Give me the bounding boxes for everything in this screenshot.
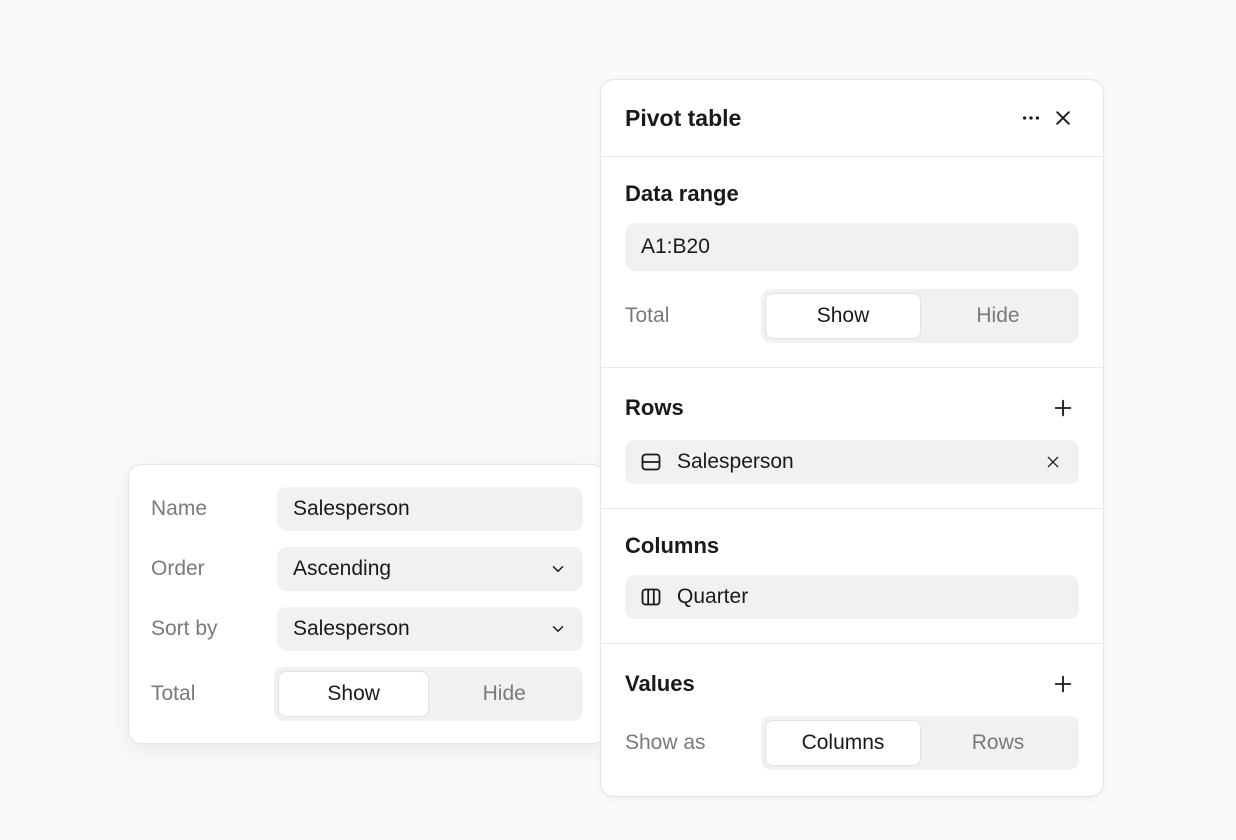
order-row: Order Ascending <box>151 547 583 591</box>
data-range-input[interactable]: A1:B20 <box>625 223 1079 271</box>
values-showas-label: Show as <box>625 731 737 755</box>
data-range-section: Data range A1:B20 Total Show Hide <box>601 157 1103 368</box>
name-value: Salesperson <box>293 497 567 521</box>
row-config-popover: Name Salesperson Order Ascending Sort by… <box>128 464 606 744</box>
chevron-down-icon <box>549 620 567 638</box>
sortby-row: Sort by Salesperson <box>151 607 583 651</box>
total-hide-button[interactable]: Hide <box>429 671 579 717</box>
showas-rows-button[interactable]: Rows <box>921 720 1075 766</box>
close-icon <box>1053 108 1073 128</box>
rows-title: Rows <box>625 395 1047 421</box>
name-input[interactable]: Salesperson <box>277 487 583 531</box>
plus-icon <box>1052 673 1074 695</box>
values-showas-row: Show as Columns Rows <box>625 716 1079 770</box>
close-icon <box>1045 454 1061 470</box>
pivot-table-panel: Pivot table Data range A1:B20 Total Show… <box>600 79 1104 797</box>
order-value: Ascending <box>293 557 549 581</box>
panel-header: Pivot table <box>601 80 1103 157</box>
values-showas-toggle: Columns Rows <box>761 716 1079 770</box>
total-show-button[interactable]: Show <box>278 671 430 717</box>
name-label: Name <box>151 497 259 521</box>
order-label: Order <box>151 557 259 581</box>
values-title: Values <box>625 671 1047 697</box>
order-select[interactable]: Ascending <box>277 547 583 591</box>
rows-icon <box>639 450 663 474</box>
data-range-title: Data range <box>625 181 1079 207</box>
row-field-item[interactable]: Salesperson <box>625 440 1079 484</box>
plus-icon <box>1052 397 1074 419</box>
data-range-total-label: Total <box>625 304 737 328</box>
column-field-item[interactable]: Quarter <box>625 575 1079 619</box>
column-field-label: Quarter <box>677 585 1065 609</box>
values-section: Values Show as Columns Rows <box>601 644 1103 796</box>
total-toggle: Show Hide <box>274 667 583 721</box>
sortby-select[interactable]: Salesperson <box>277 607 583 651</box>
total-row: Total Show Hide <box>151 667 583 721</box>
close-button[interactable] <box>1047 102 1079 134</box>
more-button[interactable] <box>1015 102 1047 134</box>
showas-columns-button[interactable]: Columns <box>765 720 921 766</box>
columns-icon <box>639 585 663 609</box>
data-range-total-toggle: Show Hide <box>761 289 1079 343</box>
add-row-button[interactable] <box>1047 392 1079 424</box>
columns-title: Columns <box>625 533 1079 559</box>
more-horizontal-icon <box>1020 107 1042 129</box>
name-row: Name Salesperson <box>151 487 583 531</box>
row-field-label: Salesperson <box>677 450 1027 474</box>
data-range-total-row: Total Show Hide <box>625 289 1079 343</box>
sortby-value: Salesperson <box>293 617 549 641</box>
total-show-button[interactable]: Show <box>765 293 921 339</box>
total-label: Total <box>151 682 256 706</box>
remove-row-button[interactable] <box>1041 450 1065 474</box>
add-value-button[interactable] <box>1047 668 1079 700</box>
panel-title: Pivot table <box>625 105 1015 132</box>
columns-section: Columns Quarter <box>601 509 1103 644</box>
rows-section: Rows Salesperson <box>601 368 1103 509</box>
sortby-label: Sort by <box>151 617 259 641</box>
total-hide-button[interactable]: Hide <box>921 293 1075 339</box>
chevron-down-icon <box>549 560 567 578</box>
